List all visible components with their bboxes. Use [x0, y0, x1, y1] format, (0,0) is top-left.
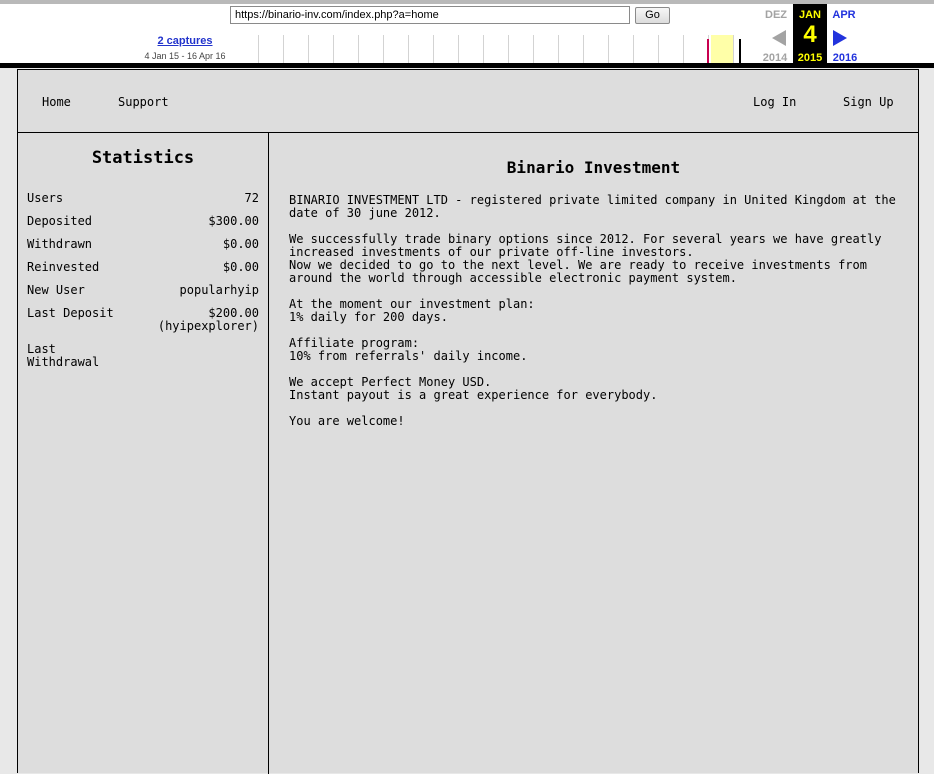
nav-login-link[interactable]: Log In [753, 95, 796, 109]
stat-label: New User [27, 283, 85, 297]
stat-label: Last Deposit [27, 306, 114, 320]
wayback-capture-mark[interactable] [707, 39, 709, 65]
page-container: Home Support Log In Sign Up Statistics U… [17, 69, 919, 774]
stat-row-withdrawn: Withdrawn $0.00 [27, 238, 259, 251]
wayback-current-day: 4 [803, 21, 817, 48]
wayback-current-month-highlight [711, 35, 733, 65]
stat-row-users: Users 72 [27, 192, 259, 205]
wayback-month-tick [583, 35, 584, 65]
stat-row-deposited: Deposited $300.00 [27, 215, 259, 228]
wayback-next-month[interactable]: APR [826, 9, 862, 21]
wayback-month-tick [333, 35, 334, 65]
stat-label: Withdrawn [27, 237, 93, 251]
wayback-next-arrow-icon[interactable] [833, 30, 847, 46]
statistics-sidebar: Statistics Users 72 Deposited $300.00 Wi… [18, 133, 269, 774]
wayback-month-tick [433, 35, 434, 65]
stat-value-user: (hyipexplorer) [157, 319, 259, 333]
paragraph-line: We successfully trade binary options sin… [289, 232, 882, 259]
wayback-month-tick [508, 35, 509, 65]
stat-label: Deposited [27, 214, 93, 228]
wayback-captures-range: 4 Jan 15 - 16 Apr 16 [144, 51, 226, 61]
wayback-go-button[interactable]: Go [635, 7, 670, 24]
wayback-month-tick [533, 35, 534, 65]
wayback-month-tick [308, 35, 309, 65]
wayback-toolbar-border [0, 63, 934, 68]
stat-row-new-user: New User popularhyip [27, 284, 259, 297]
wayback-month-tick [683, 35, 684, 65]
paragraph-line: Affiliate program: [289, 336, 420, 350]
wayback-captures-link[interactable]: 2 captures [140, 35, 230, 47]
wayback-month-tick [283, 35, 284, 65]
stat-label: Last Withdrawal [27, 342, 100, 369]
stat-row-reinvested: Reinvested $0.00 [27, 261, 259, 274]
paragraph: We accept Perfect Money USD. Instant pay… [289, 376, 899, 402]
stat-value: $0.00 [222, 260, 259, 274]
stat-row-last-deposit: Last Deposit $200.00 (hyipexplorer) [27, 307, 259, 333]
stat-value: $200.00 (hyipexplorer) [158, 307, 259, 333]
paragraph: You are welcome! [289, 414, 405, 428]
wayback-month-tick [633, 35, 634, 65]
paragraph-line: 10% from referrals' daily income. [289, 349, 528, 363]
paragraph-line: At the moment our investment plan: [289, 297, 535, 311]
stat-value: $0.00 [222, 237, 259, 251]
stat-value: 72 [244, 191, 259, 205]
stat-row-last-withdrawal: Last Withdrawal [27, 343, 259, 369]
paragraph: BINARIO INVESTMENT LTD - registered priv… [289, 193, 896, 220]
wayback-month-tick [358, 35, 359, 65]
wayback-prev-month: DEZ [765, 9, 787, 21]
wayback-month-tick [458, 35, 459, 65]
wayback-current-month: JAN [798, 9, 821, 21]
wayback-month-tick [408, 35, 409, 65]
stat-label: Reinvested [27, 260, 100, 274]
paragraph: At the moment our investment plan: 1% da… [289, 298, 899, 324]
stat-value: popularhyip [179, 283, 259, 297]
wayback-month-tick [383, 35, 384, 65]
stat-value-amount: $200.00 [208, 306, 259, 320]
wayback-month-tick [558, 35, 559, 65]
paragraph-line: Instant payout is a great experience for… [289, 388, 658, 402]
wayback-prev-arrow-icon [772, 30, 786, 46]
wayback-month-tick [608, 35, 609, 65]
statistics-list: Users 72 Deposited $300.00 Withdrawn $0.… [27, 192, 259, 379]
wayback-toolbar: https://binario-inv.com/index.php?a=home… [0, 0, 934, 68]
content-text: BINARIO INVESTMENT LTD - registered priv… [289, 194, 899, 441]
paragraph-line: We accept Perfect Money USD. [289, 375, 492, 389]
paragraph: We successfully trade binary options sin… [289, 233, 899, 285]
paragraph-line: 1% daily for 200 days. [289, 310, 448, 324]
wayback-month-tick [658, 35, 659, 65]
nav-support-link[interactable]: Support [118, 95, 169, 109]
paragraph-line: Now we decided to go to the next level. … [289, 258, 867, 285]
main-content: Binario Investment BINARIO INVESTMENT LT… [269, 133, 918, 774]
statistics-title: Statistics [91, 148, 195, 168]
wayback-capture-mark[interactable] [739, 39, 741, 65]
page-title: Binario Investment [506, 158, 681, 177]
wayback-month-tick [258, 35, 259, 65]
paragraph: Affiliate program: 10% from referrals' d… [289, 337, 899, 363]
stat-value: $300.00 [208, 214, 259, 228]
wayback-url-input[interactable]: https://binario-inv.com/index.php?a=home [230, 6, 630, 24]
wayback-sparkline[interactable] [242, 35, 750, 65]
wayback-month-tick [733, 35, 734, 65]
nav-signup-link[interactable]: Sign Up [843, 95, 894, 109]
wayback-month-tick [483, 35, 484, 65]
stat-label: Users [27, 191, 64, 205]
top-nav: Home Support Log In Sign Up [18, 70, 918, 133]
nav-home-link[interactable]: Home [42, 95, 71, 109]
